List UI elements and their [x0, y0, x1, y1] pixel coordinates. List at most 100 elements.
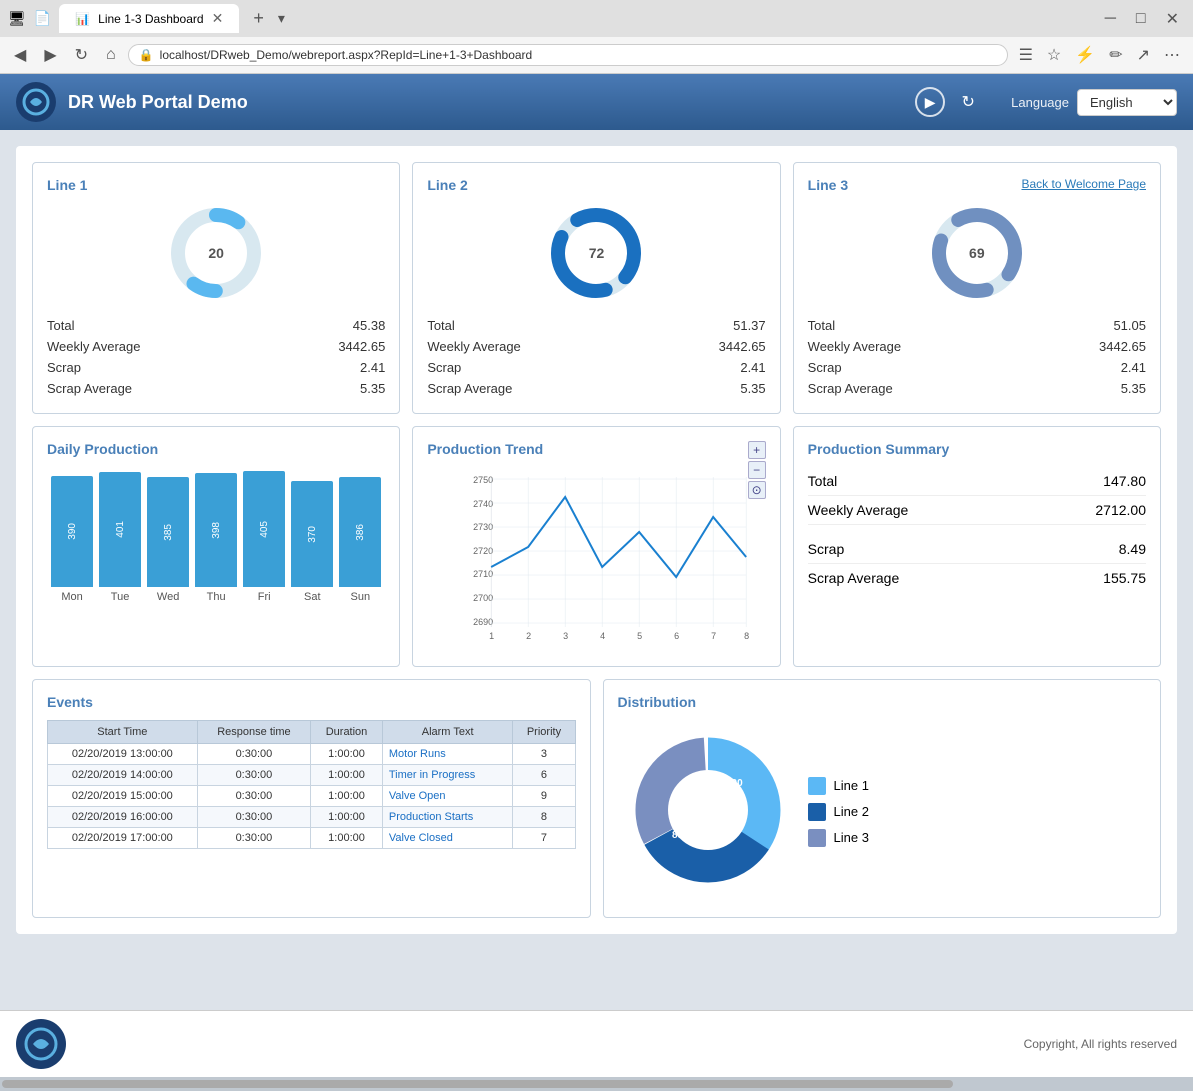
col-priority: Priority [513, 721, 575, 744]
summary-weekly-value: 2712.00 [1095, 502, 1146, 518]
home-button[interactable]: ⌂ [100, 44, 122, 66]
svg-text:3: 3 [563, 631, 568, 641]
line2-total-row: Total 51.37 [427, 315, 765, 336]
scrollbar-thumb[interactable] [2, 1080, 953, 1088]
production-trend-title: Production Trend [427, 441, 765, 457]
event-priority: 9 [513, 786, 575, 807]
zoom-out-button[interactable]: − [748, 461, 766, 479]
copyright-text: Copyright, All rights reserved [1024, 1037, 1177, 1051]
event-start-time: 02/20/2019 15:00:00 [48, 786, 198, 807]
svg-text:2750: 2750 [473, 475, 493, 485]
bar: 370 [291, 481, 333, 587]
summary-scrap-row: Scrap 8.49 [808, 535, 1146, 564]
bar-day-label: Sat [304, 591, 321, 603]
bar-day-label: Tue [111, 591, 130, 603]
line3-weekly-row: Weekly Average 3442.65 [808, 336, 1146, 357]
app-controls: ▶ ↻ Language English [915, 87, 1177, 117]
event-alarm-text[interactable]: Motor Runs [382, 744, 513, 765]
events-card: Events Start Time Response time Duration… [32, 679, 591, 918]
refresh-button[interactable]: ↻ [953, 87, 983, 117]
maximize-button[interactable]: □ [1130, 8, 1152, 30]
bookmark-button[interactable]: ☆ [1042, 43, 1066, 67]
browser-tab-icon: 📄 [34, 10, 51, 27]
browser-tab[interactable]: 📊 Line 1-3 Dashboard ✕ [59, 4, 239, 33]
minimize-button[interactable]: ─ [1099, 8, 1122, 30]
language-selector[interactable]: English [1077, 89, 1177, 116]
back-button[interactable]: ◀ [8, 43, 32, 67]
language-label: Language [1011, 95, 1069, 110]
extensions-button[interactable]: ⚡ [1070, 43, 1100, 67]
legend-label: Line 1 [834, 778, 869, 793]
distribution-title: Distribution [618, 694, 1147, 710]
forward-button[interactable]: ▶ [38, 43, 62, 67]
zoom-in-button[interactable]: + [748, 441, 766, 459]
line3-scrap-avg-value: 5.35 [1121, 381, 1146, 396]
bar: 405 [243, 471, 285, 587]
middle-row: Daily Production 390 Mon 401 Tue 385 Wed… [32, 426, 1161, 667]
tab-favicon: 📊 [75, 12, 90, 26]
close-window-button[interactable]: ✕ [1160, 7, 1185, 31]
event-priority: 7 [513, 828, 575, 849]
col-start-time: Start Time [48, 721, 198, 744]
svg-text:4: 4 [600, 631, 605, 641]
svg-text:2720: 2720 [473, 546, 493, 556]
browser-titlebar: 🖥 📄 📊 Line 1-3 Dashboard ✕ + ▾ ─ □ ✕ [0, 0, 1193, 37]
zoom-reset-button[interactable]: ⊙ [748, 481, 766, 499]
browser-addressbar: ◀ ▶ ↻ ⌂ 🔒 localhost/DRweb_Demo/webreport… [0, 37, 1193, 74]
reader-view-button[interactable]: ☰ [1014, 43, 1038, 67]
summary-scrap-avg-row: Scrap Average 155.75 [808, 564, 1146, 592]
browser-system-icon: 🖥 [8, 10, 26, 27]
summary-scrap-avg-label: Scrap Average [808, 570, 900, 586]
line2-scrap-avg-label: Scrap Average [427, 381, 512, 396]
bar-group: 370 Sat [291, 481, 333, 603]
svg-text:5: 5 [637, 631, 642, 641]
bar: 398 [195, 473, 237, 587]
profile-button[interactable]: ✏ [1104, 43, 1127, 67]
zoom-controls: + − ⊙ [748, 441, 766, 499]
line3-scrap-value: 2.41 [1121, 360, 1146, 375]
line1-total-label: Total [47, 318, 74, 333]
new-tab-button[interactable]: + [247, 6, 270, 31]
event-alarm-text[interactable]: Valve Closed [382, 828, 513, 849]
legend-item: Line 1 [808, 777, 869, 795]
event-alarm-text[interactable]: Timer in Progress [382, 765, 513, 786]
line2-total-label: Total [427, 318, 454, 333]
legend-color-swatch [808, 829, 826, 847]
horizontal-scrollbar[interactable] [0, 1077, 1193, 1091]
more-button[interactable]: ⋯ [1159, 43, 1185, 67]
line2-weekly-value: 3442.65 [719, 339, 766, 354]
bar: 401 [99, 472, 141, 587]
event-response-time: 0:30:00 [197, 765, 310, 786]
event-alarm-text[interactable]: Valve Open [382, 786, 513, 807]
line2-scrap-label: Scrap [427, 360, 461, 375]
bar-value: 385 [163, 522, 174, 543]
summary-scrap-value: 8.49 [1119, 541, 1146, 557]
line1-donut-value: 20 [208, 245, 224, 261]
events-table: Start Time Response time Duration Alarm … [47, 720, 576, 849]
back-to-welcome-link[interactable]: Back to Welcome Page [1021, 177, 1146, 191]
table-row: 02/20/2019 17:00:00 0:30:00 1:00:00 Valv… [48, 828, 576, 849]
distribution-legend: Line 1 Line 2 Line 3 [808, 777, 869, 847]
line3-scrap-row: Scrap 2.41 [808, 357, 1146, 378]
svg-text:2730: 2730 [473, 522, 493, 532]
svg-text:850: 850 [672, 830, 689, 841]
svg-text:900: 900 [726, 778, 743, 789]
bar-group: 405 Fri [243, 471, 285, 603]
tab-menu-button[interactable]: ▾ [278, 10, 285, 27]
bar-chart-area: 390 Mon 401 Tue 385 Wed 398 Thu 405 Fri … [51, 467, 381, 607]
line1-weekly-value: 3442.65 [338, 339, 385, 354]
reload-button[interactable]: ↻ [69, 43, 94, 67]
col-response-time: Response time [197, 721, 310, 744]
share-button[interactable]: ↗ [1132, 43, 1155, 67]
col-alarm-text: Alarm Text [382, 721, 513, 744]
address-bar[interactable]: 🔒 localhost/DRweb_Demo/webreport.aspx?Re… [128, 44, 1008, 66]
bar-day-label: Thu [207, 591, 226, 603]
tab-close-button[interactable]: ✕ [212, 10, 224, 27]
production-summary-card: Production Summary Total 147.80 Weekly A… [793, 426, 1161, 667]
bar-value: 386 [355, 522, 366, 543]
event-alarm-text[interactable]: Production Starts [382, 807, 513, 828]
line1-total-value: 45.38 [353, 318, 386, 333]
play-button[interactable]: ▶ [915, 87, 945, 117]
line3-donut: 69 [927, 203, 1027, 303]
summary-weekly-label: Weekly Average [808, 502, 909, 518]
